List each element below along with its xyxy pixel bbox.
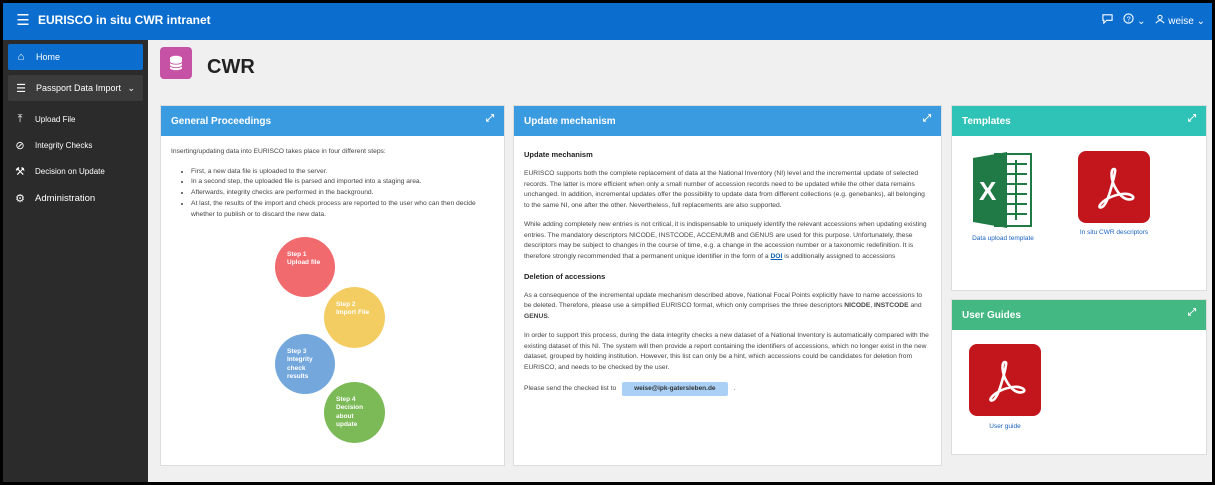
list-item: First, a new data file is uploaded to th… — [191, 167, 494, 178]
step-label: Step 1 Upload file — [287, 251, 321, 267]
sidebar-item-label: Decision on Update — [35, 166, 105, 176]
step-3-circle: Step 3 Integrity check results — [275, 334, 335, 394]
list-item: In a second step, the uploaded file is p… — [191, 177, 494, 188]
sidebar-item-label: Home — [36, 52, 61, 62]
card-title: Update mechanism — [524, 115, 616, 127]
page-header: CWR — [160, 47, 255, 79]
app-title[interactable]: EURISCO in situ CWR intranet — [38, 13, 211, 27]
card-body: Update mechanism EURISCO supports both t… — [514, 136, 941, 404]
sidebar-item-integrity-checks[interactable]: ⊘ Integrity Checks — [3, 133, 148, 157]
paragraph: EURISCO supports both the complete repla… — [524, 170, 925, 210]
check-circle-icon: ⊘ — [15, 139, 25, 152]
card-header: User Guides ⤢ — [952, 300, 1206, 330]
hamburger-icon[interactable]: ☰ — [8, 11, 38, 29]
upload-icon: ⤒ — [17, 112, 23, 125]
page-title: CWR — [207, 55, 255, 78]
steps-list: First, a new data file is uploaded to th… — [171, 167, 494, 221]
sidebar-item-passport-data-import[interactable]: ☰ Passport Data Import ⌄ — [8, 75, 143, 101]
card-header: General Proceedings ⤢ — [161, 106, 504, 136]
sidebar-item-label: Administration — [35, 192, 96, 204]
user-icon — [1155, 14, 1168, 27]
card-title: Templates — [962, 115, 1011, 127]
user-menu[interactable]: weise ⌄ — [1155, 14, 1205, 27]
descriptor-genus: GENUS — [524, 313, 548, 321]
descriptor-instcode: INSTCODE — [874, 302, 909, 310]
update-mechanism-card: Update mechanism ⤢ Update mechanism EURI… — [513, 105, 942, 466]
paragraph: As a consequence of the incremental upda… — [524, 291, 923, 321]
step-label: Step 4 Decision about update — [336, 396, 364, 429]
list-icon: ☰ — [16, 82, 26, 95]
wrench-icon: ⚒ — [15, 165, 25, 178]
step-label: Step 2 Import File — [336, 301, 370, 317]
paragraph: In order to support this process, during… — [524, 331, 929, 372]
send-text: Please send the checked list to — [524, 384, 617, 392]
sidebar-item-home[interactable]: ⌂ Home — [8, 44, 143, 70]
user-guides-card: User Guides ⤢ User guide — [951, 299, 1207, 455]
sidebar-item-label: Integrity Checks — [35, 140, 93, 150]
database-icon — [160, 47, 192, 79]
intro-text: Inserting/updating data into EURISCO tak… — [171, 148, 386, 155]
admin-icon: ⚙ — [15, 192, 25, 205]
card-header: Update mechanism ⤢ — [514, 106, 941, 136]
sidebar-item-label: Passport Data Import — [36, 83, 122, 93]
templates-card: Templates ⤢ X Data upload template In si… — [951, 105, 1207, 291]
chevron-down-icon[interactable]: ⌄ — [127, 83, 135, 94]
and-text: and — [910, 302, 922, 310]
top-bar-actions: ? ⌄ weise ⌄ — [1102, 13, 1205, 27]
pdf-icon — [1078, 151, 1150, 223]
guide-caption: User guide — [989, 423, 1021, 430]
card-title: User Guides — [962, 309, 1021, 321]
send-line: Please send the checked list to weise@ip… — [524, 381, 931, 397]
template-caption: In situ CWR descriptors — [1079, 229, 1149, 236]
help-icon[interactable]: ? ⌄ — [1123, 13, 1145, 27]
general-proceedings-card: General Proceedings ⤢ Inserting/updating… — [160, 105, 505, 466]
card-body: Inserting/updating data into EURISCO tak… — [161, 136, 504, 231]
list-item: At last, the results of the import and c… — [191, 199, 494, 220]
paragraph-text: is additionally assigned to accessions — [784, 253, 896, 261]
step-4-circle: Step 4 Decision about update — [324, 382, 385, 443]
section-heading: Update mechanism — [524, 150, 593, 159]
email-link[interactable]: weise@ipk-gatersleben.de — [622, 381, 728, 397]
list-item: Afterwards, integrity checks are perform… — [191, 188, 494, 199]
expand-icon[interactable]: ⤢ — [1188, 113, 1196, 124]
step-1-circle: Step 1 Upload file — [275, 237, 335, 297]
paragraph: While adding completely new entries is n… — [524, 220, 931, 263]
expand-icon[interactable]: ⤢ — [486, 113, 494, 124]
pdf-icon — [969, 344, 1041, 416]
sidebar-item-upload-file[interactable]: ⤒ Upload File — [3, 107, 148, 131]
send-text-end: . — [733, 384, 736, 392]
step-label: Step 3 Integrity check results — [287, 348, 313, 381]
card-header: Templates ⤢ — [952, 106, 1206, 136]
sidebar: ⌂ Home ☰ Passport Data Import ⌄ ⤒ Upload… — [3, 40, 148, 482]
descriptor-nicode: NICODE — [844, 302, 871, 310]
expand-icon[interactable]: ⤢ — [1188, 307, 1196, 318]
user-guide-link[interactable]: User guide — [958, 344, 1052, 430]
card-title: General Proceedings — [171, 115, 272, 127]
template-excel[interactable]: X Data upload template — [964, 148, 1042, 242]
user-name: weise — [1168, 15, 1194, 27]
chat-icon[interactable] — [1102, 13, 1113, 27]
template-caption: Data upload template — [972, 235, 1034, 242]
top-bar: ☰ EURISCO in situ CWR intranet ? ⌄ weise… — [0, 0, 1215, 40]
excel-icon: X — [973, 148, 1033, 232]
template-pdf[interactable]: In situ CWR descriptors — [1064, 151, 1164, 236]
doi-link[interactable]: DOI — [770, 253, 782, 260]
section-heading: Deletion of accessions — [524, 271, 606, 281]
step-2-circle: Step 2 Import File — [324, 287, 385, 348]
svg-text:?: ? — [1127, 14, 1131, 23]
svg-text:X: X — [979, 176, 997, 206]
home-icon: ⌂ — [17, 51, 25, 63]
sidebar-item-administration[interactable]: ⚙ Administration — [3, 183, 148, 213]
sidebar-item-decision-on-update[interactable]: ⚒ Decision on Update — [3, 159, 148, 183]
expand-icon[interactable]: ⤢ — [923, 113, 931, 124]
sidebar-item-label: Upload File — [35, 114, 76, 124]
